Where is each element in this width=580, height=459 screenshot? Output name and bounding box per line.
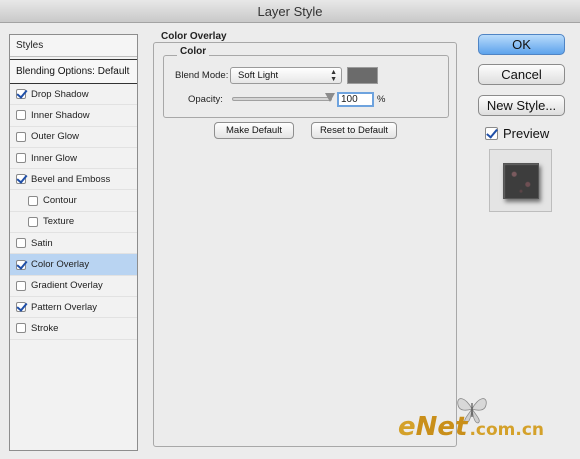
style-checkbox[interactable] (16, 89, 26, 100)
enet-watermark-logo: e Net .com.cn (398, 412, 545, 442)
style-item-drop-shadow[interactable]: Drop Shadow (10, 84, 137, 106)
style-item-outer-glow[interactable]: Outer Glow (10, 127, 137, 148)
preview-checkbox[interactable] (485, 127, 498, 140)
preview-toggle[interactable]: Preview (485, 126, 549, 141)
ok-button[interactable]: OK (478, 34, 565, 55)
style-item-inner-glow[interactable]: Inner Glow (10, 148, 137, 170)
style-item-inner-shadow[interactable]: Inner Shadow (10, 105, 137, 127)
blend-mode-select[interactable]: Soft Light ▲ ▼ (230, 67, 342, 84)
style-item-label: Gradient Overlay (31, 280, 103, 292)
color-group-title: Color (177, 46, 210, 57)
reset-to-default-button[interactable]: Reset to Default (311, 122, 397, 139)
opacity-value: 100 (341, 94, 358, 105)
style-checkbox[interactable] (16, 153, 26, 164)
window-title: Layer Style (257, 3, 323, 19)
style-item-label: Pattern Overlay (31, 301, 97, 313)
style-item-gradient-overlay[interactable]: Gradient Overlay (10, 276, 137, 297)
style-checkbox[interactable] (16, 323, 26, 334)
style-checkbox[interactable] (16, 280, 26, 291)
up-down-arrows-icon: ▲ ▼ (330, 69, 337, 83)
style-item-label: Color Overlay (31, 259, 90, 271)
preview-label: Preview (503, 126, 550, 141)
style-checkbox[interactable] (16, 131, 26, 142)
style-item-label: Inner Glow (31, 152, 77, 164)
opacity-slider-thumb[interactable] (325, 93, 335, 102)
opacity-input[interactable]: 100 (337, 92, 374, 107)
opacity-label: Opacity: (188, 94, 223, 105)
style-preview-thumbnail (489, 149, 552, 212)
style-item-contour[interactable]: Contour (10, 190, 137, 212)
style-checkbox[interactable] (28, 195, 38, 206)
style-checkbox[interactable] (16, 238, 26, 249)
style-item-label: Contour (43, 195, 77, 207)
blend-mode-label: Blend Mode: (175, 70, 229, 81)
color-group (163, 55, 449, 118)
opacity-slider[interactable] (232, 97, 332, 101)
blend-mode-value: Soft Light (238, 70, 279, 81)
style-item-label: Outer Glow (31, 131, 80, 143)
preview-swatch (502, 162, 539, 199)
style-item-label: Bevel and Emboss (31, 173, 111, 185)
style-item-label: Satin (31, 237, 53, 249)
style-item-label: Stroke (31, 322, 59, 334)
style-checkbox[interactable] (16, 259, 26, 270)
make-default-button[interactable]: Make Default (214, 122, 294, 139)
new-style-button[interactable]: New Style... (478, 95, 565, 116)
opacity-unit: % (377, 94, 386, 105)
style-item-texture[interactable]: Texture (10, 212, 137, 234)
style-item-satin[interactable]: Satin (10, 233, 137, 255)
blending-options-item[interactable]: Blending Options: Default (10, 59, 137, 84)
style-item-stroke[interactable]: Stroke (10, 318, 137, 340)
style-checkbox[interactable] (28, 216, 38, 227)
styles-list-panel: Styles Blending Options: Default Drop Sh… (9, 34, 138, 451)
style-item-label: Inner Shadow (31, 109, 90, 121)
styles-header[interactable]: Styles (10, 35, 137, 57)
style-item-color-overlay[interactable]: Color Overlay (10, 254, 137, 276)
cancel-button[interactable]: Cancel (478, 64, 565, 85)
style-item-pattern-overlay[interactable]: Pattern Overlay (10, 297, 137, 319)
style-checkbox[interactable] (16, 110, 26, 121)
style-item-bevel-and-emboss[interactable]: Bevel and Emboss (10, 169, 137, 191)
section-title: Color Overlay (158, 31, 230, 42)
style-checkbox[interactable] (16, 302, 26, 313)
overlay-color-swatch[interactable] (347, 67, 378, 84)
style-item-label: Texture (43, 216, 75, 228)
title-bar: Layer Style (0, 0, 580, 23)
style-item-label: Drop Shadow (31, 88, 89, 100)
style-checkbox[interactable] (16, 174, 26, 185)
